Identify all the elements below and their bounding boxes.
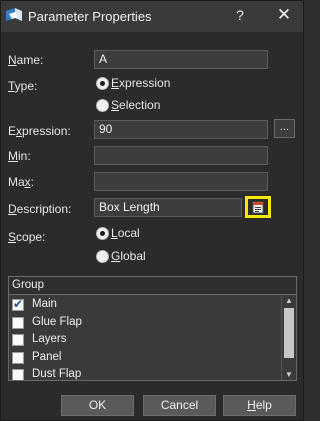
group-item-label: Dust Flap (32, 368, 82, 380)
scope-local-radio[interactable] (96, 227, 109, 240)
name-field[interactable]: A (94, 50, 268, 69)
list-item[interactable]: Panel (9, 349, 280, 367)
type-expression-radio[interactable] (96, 77, 109, 90)
name-label: Name: (8, 53, 44, 67)
type-expression-label[interactable]: Expression (111, 76, 170, 90)
ok-button[interactable]: OK (61, 395, 134, 416)
group-item-label: Panel (32, 350, 62, 363)
parameter-properties-dialog: Parameter Properties ? ✕ Name: A Type: E… (0, 0, 304, 421)
scope-local-label[interactable]: Local (111, 226, 140, 240)
type-selection-radio[interactable] (96, 99, 109, 112)
description-field[interactable]: Box Length (94, 198, 242, 217)
expression-label: Expression: (8, 124, 71, 138)
checkbox-panel[interactable] (12, 351, 24, 364)
cancel-button[interactable]: Cancel (143, 395, 216, 416)
edit-document-icon (252, 201, 264, 214)
max-label: Max: (8, 175, 35, 189)
scope-global-label[interactable]: Global (111, 249, 146, 263)
group-item-label: Glue Flap (32, 315, 82, 328)
type-selection-label[interactable]: Selection (111, 98, 160, 112)
checkbox-main[interactable] (12, 297, 24, 311)
scope-global-radio[interactable] (96, 250, 109, 263)
group-item-label: Main (32, 298, 57, 310)
scroll-down-arrow-icon[interactable]: ▼ (285, 370, 293, 379)
description-edit-button[interactable] (245, 196, 271, 218)
help-question-button[interactable]: ? (233, 7, 247, 25)
list-item[interactable]: Layers (9, 331, 280, 349)
list-item[interactable]: Dust Flap (9, 366, 280, 380)
group-list: Main Glue Flap Layers Panel Dust Flap (9, 296, 280, 380)
list-item[interactable]: Main (9, 296, 280, 314)
min-field[interactable] (94, 146, 268, 165)
app-logo-icon (6, 8, 22, 24)
help-button[interactable]: Help (223, 395, 296, 416)
description-label: Description: (8, 202, 72, 216)
list-item[interactable]: Glue Flap (9, 314, 280, 332)
checkbox-dust-flap[interactable] (12, 369, 24, 380)
group-column-header[interactable]: Group (9, 277, 296, 295)
group-list-box: Group Main Glue Flap Layers Panel Dust F… (8, 276, 297, 381)
checkbox-layers[interactable] (12, 334, 24, 346)
scroll-thumb[interactable] (284, 308, 294, 358)
group-item-label: Layers (32, 333, 67, 345)
close-button[interactable]: ✕ (275, 5, 293, 25)
title-bar: Parameter Properties ? ✕ (1, 1, 303, 32)
scroll-up-arrow-icon[interactable]: ▲ (285, 296, 293, 305)
checkbox-glue-flap[interactable] (12, 316, 24, 329)
group-list-scrollbar[interactable]: ▲ ▼ (281, 296, 296, 380)
type-label: Type: (8, 79, 38, 93)
max-field[interactable] (94, 172, 268, 191)
min-label: Min: (8, 149, 31, 163)
window-title: Parameter Properties (28, 9, 152, 24)
expression-field[interactable]: 90 (94, 120, 268, 139)
scope-label: Scope: (8, 230, 46, 244)
expression-browse-button[interactable]: ... (274, 119, 295, 138)
